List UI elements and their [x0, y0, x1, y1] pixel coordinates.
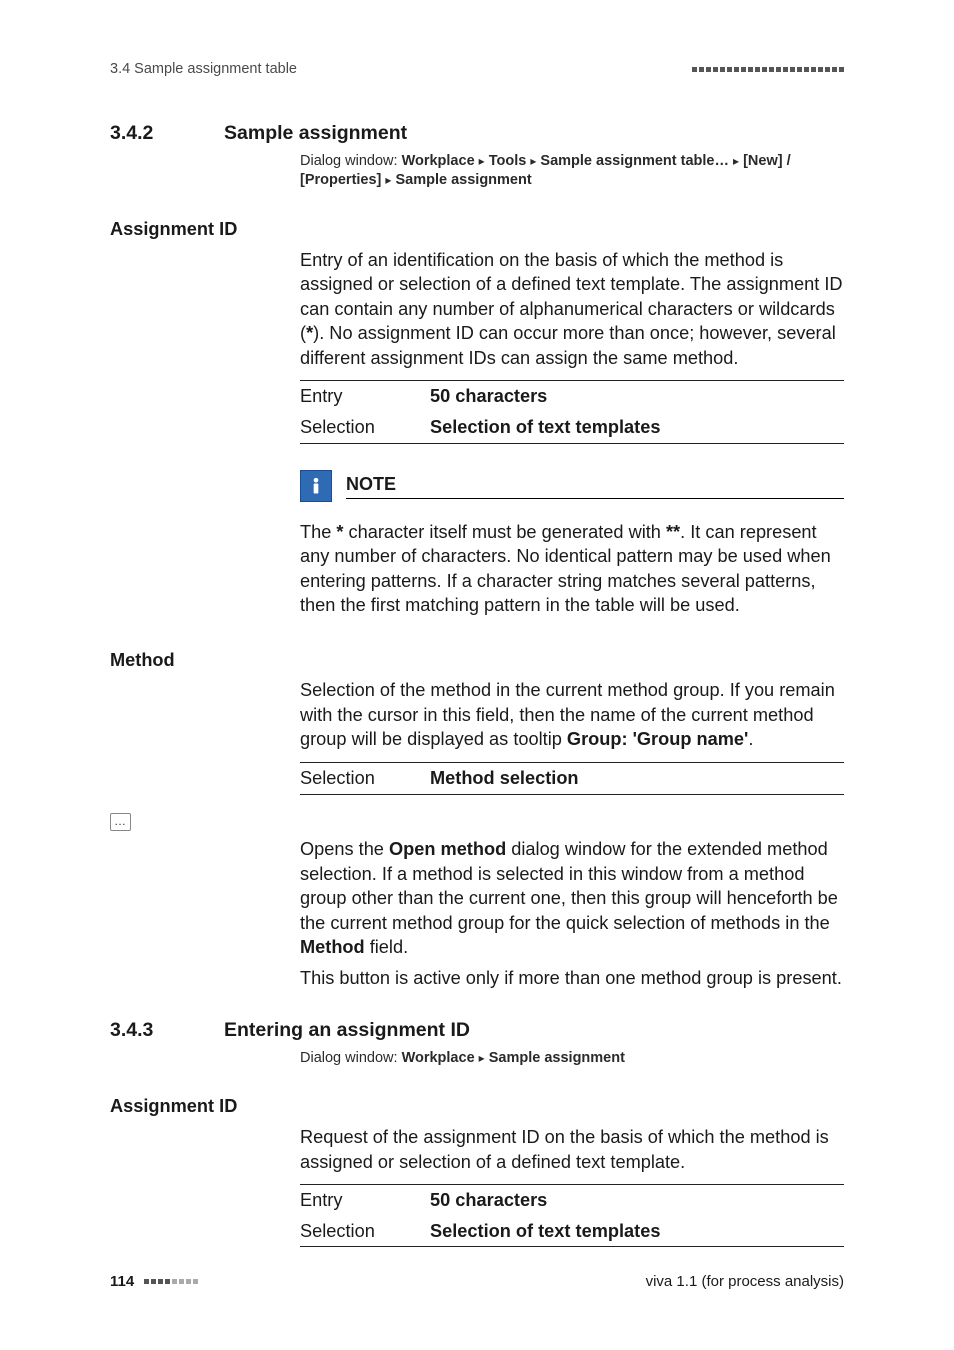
table-value: Selection of text templates [430, 1219, 660, 1244]
section-342-heading: 3.4.2 Sample assignment [110, 120, 844, 146]
dialog-part: Workplace [402, 153, 475, 169]
text: . [748, 729, 753, 749]
text: field. [365, 937, 408, 957]
note-header: NOTE [300, 470, 844, 502]
table-key: Selection [300, 1219, 430, 1244]
table-row: Entry 50 characters [300, 1185, 844, 1216]
section-343-heading: 3.4.3 Entering an assignment ID [110, 1017, 844, 1043]
note-box: NOTE The * character itself must be gene… [300, 470, 844, 618]
page-number: 114 [110, 1272, 134, 1292]
assignment-id-table: Entry 50 characters Selection Selection … [300, 380, 844, 443]
text: ). No assignment ID can occur more than … [300, 323, 836, 368]
dialog-prefix: Dialog window: [300, 1050, 402, 1066]
section-number: 3.4.3 [110, 1017, 200, 1043]
table-value: Method selection [430, 766, 579, 791]
footer-right: viva 1.1 (for process analysis) [646, 1272, 844, 1292]
dialog-part: Sample assignment [395, 172, 531, 188]
text: character itself must be generated with [343, 522, 665, 542]
method-paragraph: Selection of the method in the current m… [300, 678, 844, 752]
dialog-path-343: Dialog window: Workplace ▸ Sample assign… [300, 1049, 844, 1069]
assignment-id-heading: Assignment ID [110, 217, 844, 242]
open-method-bold: Open method [389, 839, 506, 859]
page-footer: 114 viva 1.1 (for process analysis) [110, 1272, 844, 1292]
section-title: Sample assignment [224, 120, 407, 146]
table-value: 50 characters [430, 1188, 547, 1213]
section-title: Entering an assignment ID [224, 1017, 470, 1043]
group-name-bold: Group: 'Group name' [567, 729, 748, 749]
dialog-part: Sample assignment table… [540, 153, 729, 169]
dialog-part: Tools [489, 153, 527, 169]
method-bold: Method [300, 937, 365, 957]
dialog-part: Workplace [402, 1050, 475, 1066]
page: 3.4 Sample assignment table 3.4.2 Sample… [0, 0, 954, 1350]
triangle-icon: ▸ [733, 154, 739, 168]
table-value: Selection of text templates [430, 415, 660, 440]
ellipsis-button[interactable]: … [110, 813, 131, 831]
text: The [300, 522, 336, 542]
dialog-path-342: Dialog window: Workplace ▸ Tools ▸ Sampl… [300, 152, 844, 191]
table-key: Selection [300, 766, 430, 791]
ellipsis-note: This button is active only if more than … [300, 966, 844, 991]
footer-left: 114 [110, 1272, 198, 1292]
table-value: 50 characters [430, 384, 547, 409]
dialog-part: Sample assignment [489, 1050, 625, 1066]
table-row: Entry 50 characters [300, 381, 844, 412]
note-title: NOTE [346, 474, 396, 494]
table-row: Selection Method selection [300, 763, 844, 795]
table-row: Selection Selection of text templates [300, 1216, 844, 1248]
assignment-id-2-heading: Assignment ID [110, 1094, 844, 1119]
note-body: The * character itself must be generated… [300, 520, 844, 618]
dialog-prefix: Dialog window: [300, 153, 402, 169]
assignment-id-2-table: Entry 50 characters Selection Selection … [300, 1184, 844, 1247]
header-dots [690, 62, 844, 77]
footer-dots [142, 1274, 198, 1289]
star: ** [666, 522, 680, 542]
section-number: 3.4.2 [110, 120, 200, 146]
info-icon [300, 470, 332, 502]
header-left: 3.4 Sample assignment table [110, 60, 297, 80]
triangle-icon: ▸ [479, 154, 485, 168]
method-table: Selection Method selection [300, 762, 844, 795]
ellipsis-paragraph: Opens the Open method dialog window for … [300, 837, 844, 960]
table-row: Selection Selection of text templates [300, 412, 844, 444]
table-key: Entry [300, 384, 430, 409]
triangle-icon: ▸ [479, 1051, 485, 1065]
assignment-id-2-paragraph: Request of the assignment ID on the basi… [300, 1125, 844, 1174]
assignment-id-paragraph: Entry of an identification on the basis … [300, 248, 844, 371]
triangle-icon: ▸ [385, 173, 391, 187]
triangle-icon: ▸ [530, 154, 536, 168]
table-key: Selection [300, 415, 430, 440]
table-key: Entry [300, 1188, 430, 1213]
method-heading: Method [110, 648, 844, 673]
running-header: 3.4 Sample assignment table [110, 60, 844, 80]
text: Opens the [300, 839, 389, 859]
